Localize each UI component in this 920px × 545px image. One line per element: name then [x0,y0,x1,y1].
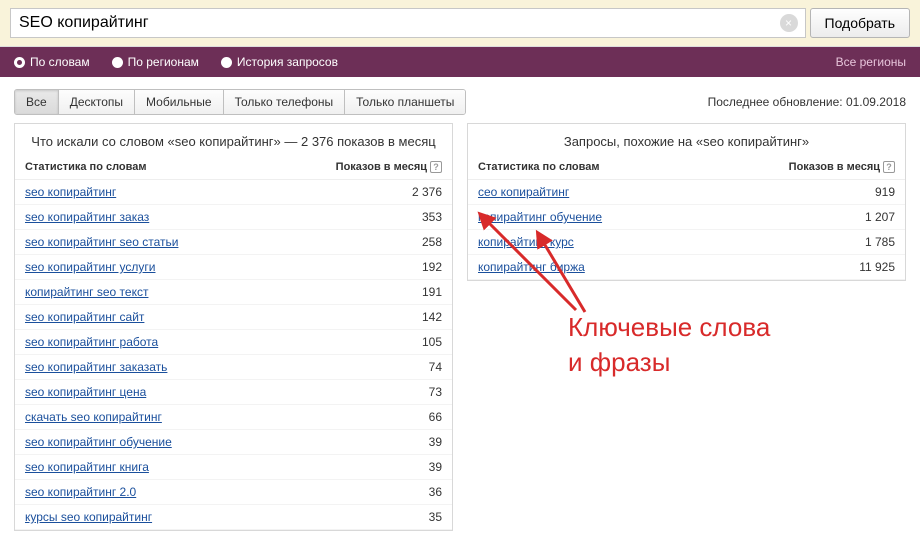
table-row: seo копирайтинг 2.0 36 [15,480,452,505]
query-count: 73 [429,385,442,399]
table-row: seo копирайтинг цена 73 [15,380,452,405]
query-link[interactable]: seo копирайтинг цена [25,385,146,399]
left-rows: seo копирайтинг 2 376 seo копирайтинг зака… [15,180,452,530]
col-stats: Статистика по словам [25,161,147,173]
table-row: копирайтинг seo текст 191 [15,280,452,305]
filter-label: По словам [30,55,90,69]
left-panel: Что искали со словом «seo копирайтинг» —… [14,123,453,531]
radio-icon [221,57,232,68]
filter-by-words[interactable]: По словам [14,55,90,69]
right-panel-title: Запросы, похожие на «seo копирайтинг» [468,124,905,157]
radio-icon [14,57,25,68]
col-stats: Статистика по словам [478,161,600,173]
query-link[interactable]: сео копирайтинг [478,185,569,199]
query-link[interactable]: копирайтинг биржа [478,260,585,274]
help-icon[interactable]: ? [883,161,895,173]
query-link[interactable]: скачать seo копирайтинг [25,410,162,424]
query-count: 105 [422,335,442,349]
query-link[interactable]: seo копирайтинг seo статьи [25,235,178,249]
filter-by-regions[interactable]: По регионам [112,55,199,69]
search-input[interactable] [10,8,806,38]
table-row: сео копирайтинг 919 [468,180,905,205]
query-link[interactable]: копирайтинг seo текст [25,285,148,299]
right-panel: Запросы, похожие на «seo копирайтинг» Ст… [467,123,906,281]
right-panel-headers: Статистика по словам Показов в месяц? [468,157,905,180]
query-link[interactable]: seo копирайтинг работа [25,335,158,349]
query-link[interactable]: копирайтинг курс [478,235,574,249]
table-row: seo копирайтинг услуги 192 [15,255,452,280]
query-count: 39 [429,460,442,474]
search-bar: × Подобрать [0,0,920,47]
query-link[interactable]: курсы seo копирайтинг [25,510,152,524]
tab-phones[interactable]: Только телефоны [224,90,346,114]
query-link[interactable]: seo копирайтинг книга [25,460,149,474]
query-count: 36 [429,485,442,499]
radio-icon [112,57,123,68]
filter-history[interactable]: История запросов [221,55,338,69]
left-panel-headers: Статистика по словам Показов в месяц? [15,157,452,180]
last-update: Последнее обновление: 01.09.2018 [708,95,906,109]
table-row: seo копирайтинг работа 105 [15,330,452,355]
table-row: seo копирайтинг книга 39 [15,455,452,480]
query-count: 1 785 [865,235,895,249]
query-count: 258 [422,235,442,249]
all-regions-link[interactable]: Все регионы [836,55,906,69]
table-row: seo копирайтинг заказать 74 [15,355,452,380]
filter-label: По регионам [128,55,199,69]
annotation-text: Ключевые слова и фразы [568,310,770,380]
help-icon[interactable]: ? [430,161,442,173]
tab-mobile[interactable]: Мобильные [135,90,224,114]
device-tabs: Все Десктопы Мобильные Только телефоны Т… [14,89,466,115]
table-row: копирайтинг биржа 11 925 [468,255,905,280]
query-link[interactable]: seo копирайтинг [25,185,116,199]
col-impressions: Показов в месяц [789,161,880,173]
col-impressions: Показов в месяц [336,161,427,173]
query-count: 192 [422,260,442,274]
query-count: 74 [429,360,442,374]
query-count: 35 [429,510,442,524]
clear-icon[interactable]: × [780,14,798,32]
table-row: seo копирайтинг 2 376 [15,180,452,205]
query-count: 142 [422,310,442,324]
query-link[interactable]: seo копирайтинг сайт [25,310,144,324]
query-link[interactable]: seo копирайтинг заказ [25,210,149,224]
tab-all[interactable]: Все [15,90,59,114]
radio-group: По словам По регионам История запросов [14,55,338,69]
query-count: 2 376 [412,185,442,199]
submit-button[interactable]: Подобрать [810,8,911,38]
table-row: курсы seo копирайтинг 35 [15,505,452,530]
query-link[interactable]: seo копирайтинг услуги [25,260,155,274]
filter-bar: По словам По регионам История запросов В… [0,47,920,77]
table-row: seo копирайтинг заказ 353 [15,205,452,230]
query-count: 11 925 [859,260,895,274]
query-count: 39 [429,435,442,449]
annotation-line1: Ключевые слова [568,310,770,345]
annotation-line2: и фразы [568,345,770,380]
query-count: 353 [422,210,442,224]
query-count: 919 [875,185,895,199]
query-link[interactable]: копирайтинг обучение [478,210,602,224]
query-link[interactable]: seo копирайтинг 2.0 [25,485,136,499]
query-count: 66 [429,410,442,424]
table-row: seo копирайтинг обучение 39 [15,430,452,455]
table-row: скачать seo копирайтинг 66 [15,405,452,430]
query-count: 191 [422,285,442,299]
tabs-row: Все Десктопы Мобильные Только телефоны Т… [0,77,920,123]
table-row: seo копирайтинг seo статьи 258 [15,230,452,255]
tab-desktops[interactable]: Десктопы [59,90,135,114]
table-row: копирайтинг курс 1 785 [468,230,905,255]
panels: Что искали со словом «seo копирайтинг» —… [0,123,920,545]
table-row: копирайтинг обучение 1 207 [468,205,905,230]
table-row: seo копирайтинг сайт 142 [15,305,452,330]
query-count: 1 207 [865,210,895,224]
query-link[interactable]: seo копирайтинг обучение [25,435,172,449]
left-panel-title: Что искали со словом «seo копирайтинг» —… [15,124,452,157]
tab-tablets[interactable]: Только планшеты [345,90,465,114]
filter-label: История запросов [237,55,338,69]
query-link[interactable]: seo копирайтинг заказать [25,360,167,374]
right-rows: сео копирайтинг 919 копирайтинг обучение 1 … [468,180,905,280]
